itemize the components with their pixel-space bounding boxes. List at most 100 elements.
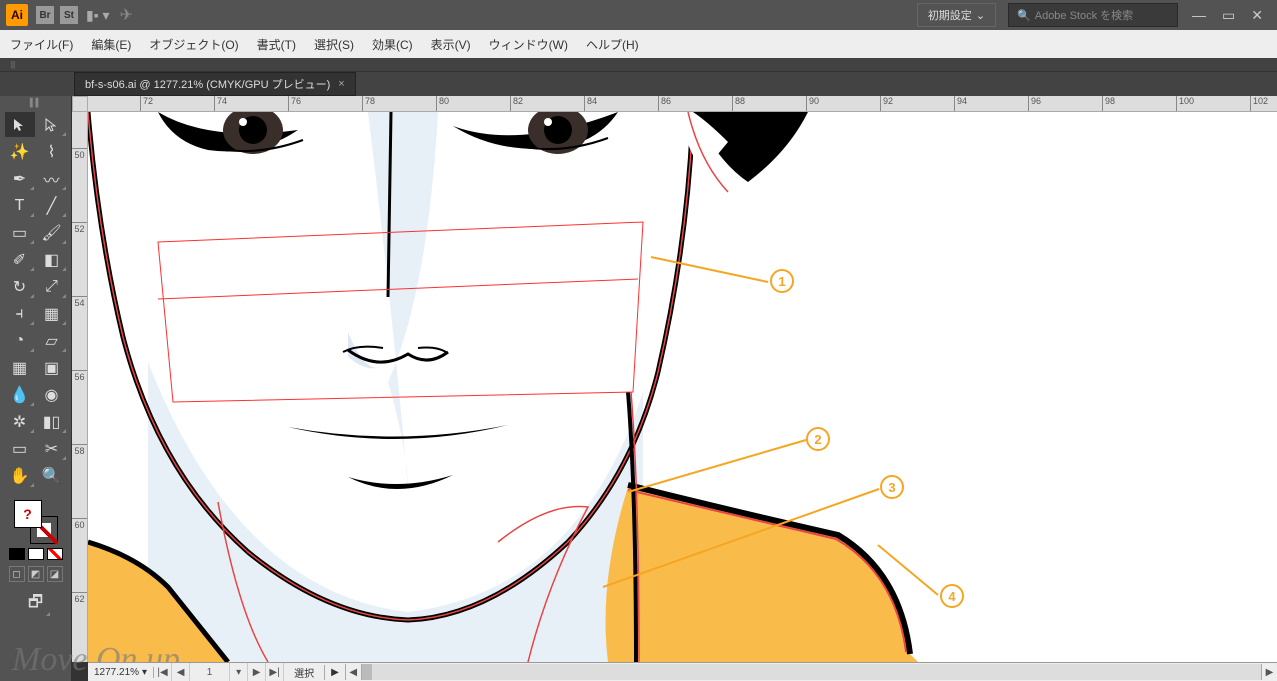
ruler-tick: 98 [1102, 96, 1115, 111]
document-tab[interactable]: bf-s-s06.ai @ 1277.21% (CMYK/GPU プレビュー) … [74, 72, 356, 96]
rotate-tool[interactable]: ↻ [5, 274, 35, 299]
bridge-button[interactable]: Br [36, 6, 54, 24]
ruler-tick: 76 [288, 96, 301, 111]
toolbox: ▌▌ ✨ ⌇ ✒ 〰 T ╱ ▭ 🖌 ✐ ◧ ↻ ⤢ ⫞ ▦ ◔ ▱ ▦ ▣ 💧… [0, 96, 72, 681]
artboard-tool[interactable]: ▭ [5, 436, 35, 461]
vertical-ruler[interactable]: 50525456586062 [72, 112, 88, 662]
ruler-tick: 88 [732, 96, 745, 111]
column-graph-tool[interactable]: ▮▯ [37, 409, 67, 434]
minimize-button[interactable]: — [1192, 7, 1206, 24]
menu-type[interactable]: 書式(T) [257, 36, 296, 53]
zoom-level-field[interactable]: 1277.21% ▾ [88, 667, 154, 678]
arrange-documents-icon[interactable]: ▮▪ ▾ [86, 7, 110, 24]
zoom-value: 1277.21% [94, 667, 139, 678]
chevron-down-icon: ▾ [142, 667, 147, 678]
shaper-tool[interactable]: ✐ [5, 247, 35, 272]
control-strip: || [0, 58, 1277, 72]
menu-file[interactable]: ファイル(F) [10, 36, 73, 53]
fill-swatch[interactable]: ? [14, 500, 42, 528]
pen-tool[interactable]: ✒ [5, 166, 35, 191]
artboard-dropdown-button[interactable]: ▾ [230, 663, 248, 681]
stock-search-input[interactable]: 🔍 Adobe Stock を検索 [1008, 3, 1178, 27]
blend-tool[interactable]: ◉ [37, 382, 67, 407]
type-tool[interactable]: T [5, 193, 35, 218]
screen-mode-tool[interactable]: 🗗 [21, 592, 51, 617]
width-tool[interactable]: ⫞ [5, 301, 35, 326]
chevron-down-icon: ⌄ [976, 9, 985, 22]
scroll-right-button[interactable]: ▶ [1261, 664, 1277, 680]
ruler-tick: 52 [72, 222, 87, 234]
scroll-left-button[interactable]: ◀ [345, 664, 361, 680]
hand-tool[interactable]: ✋ [5, 463, 35, 488]
direct-selection-tool[interactable] [37, 112, 67, 137]
horizontal-ruler[interactable]: 7274767880828486889092949698100102 [88, 96, 1277, 112]
color-swatch-black[interactable] [9, 548, 25, 560]
menu-help[interactable]: ヘルプ(H) [586, 36, 639, 53]
stock-button[interactable]: St [60, 6, 78, 24]
ruler-tick: 86 [658, 96, 671, 111]
prev-artboard-button[interactable]: ◀ [172, 663, 190, 681]
menu-edit[interactable]: 編集(E) [91, 36, 131, 53]
free-transform-tool[interactable]: ▦ [37, 301, 67, 326]
selection-tool[interactable] [5, 112, 35, 137]
ruler-tick: 54 [72, 296, 87, 308]
lasso-tool[interactable]: ⌇ [37, 139, 67, 164]
ruler-tick: 82 [510, 96, 523, 111]
ruler-tick: 56 [72, 370, 87, 382]
ruler-tick: 60 [72, 518, 87, 530]
tab-label: bf-s-s06.ai @ 1277.21% (CMYK/GPU プレビュー) [85, 76, 330, 92]
symbol-sprayer-tool[interactable]: ✲ [5, 409, 35, 434]
restore-button[interactable]: ▭ [1222, 7, 1235, 24]
draw-inside-icon[interactable]: ◪ [47, 566, 63, 582]
workspace-switcher[interactable]: 初期設定 ⌄ [917, 3, 996, 27]
menu-effect[interactable]: 効果(C) [372, 36, 413, 53]
gpu-rocket-icon[interactable]: ✈ [120, 5, 133, 25]
paintbrush-tool[interactable]: 🖌 [37, 220, 67, 245]
tab-close-icon[interactable]: × [338, 78, 344, 90]
curvature-tool[interactable]: 〰 [37, 166, 67, 191]
color-swatch-none[interactable] [47, 548, 63, 560]
fill-stroke-indicator[interactable]: ? [14, 500, 58, 544]
draw-normal-icon[interactable]: ◻ [9, 566, 25, 582]
mesh-tool[interactable]: ▦ [5, 355, 35, 380]
ruler-tick: 94 [954, 96, 967, 111]
titlebar: Ai Br St ▮▪ ▾ ✈ 初期設定 ⌄ 🔍 Adobe Stock を検索… [0, 0, 1277, 30]
menu-object[interactable]: オブジェクト(O) [149, 36, 238, 53]
line-tool[interactable]: ╱ [37, 193, 67, 218]
menu-select[interactable]: 選択(S) [314, 36, 354, 53]
eyedropper-tool[interactable]: 💧 [5, 382, 35, 407]
ruler-origin[interactable] [72, 96, 88, 112]
next-artboard-button[interactable]: ▶ [248, 663, 266, 681]
document-canvas[interactable]: 1 2 3 4 [88, 112, 1277, 662]
menu-bar: ファイル(F) 編集(E) オブジェクト(O) 書式(T) 選択(S) 効果(C… [0, 30, 1277, 58]
last-artboard-button[interactable]: ▶| [266, 663, 284, 681]
ruler-tick: 92 [880, 96, 893, 111]
perspective-grid-tool[interactable]: ▱ [37, 328, 67, 353]
artboard-number-field[interactable]: 1 [190, 663, 230, 681]
annotation-badge-1: 1 [770, 269, 794, 293]
menu-view[interactable]: 表示(V) [431, 36, 471, 53]
draw-behind-icon[interactable]: ◩ [28, 566, 44, 582]
ruler-tick: 96 [1028, 96, 1041, 111]
app-logo: Ai [6, 4, 28, 26]
color-swatch-white[interactable] [28, 548, 44, 560]
status-bar: 1277.21% ▾ |◀ ◀ 1 ▾ ▶ ▶| 選択 ▶ ◀ ▶ [88, 662, 1277, 681]
first-artboard-button[interactable]: |◀ [154, 663, 172, 681]
annotation-badge-2: 2 [806, 427, 830, 451]
horizontal-scrollbar[interactable] [361, 664, 1261, 680]
zoom-tool[interactable]: 🔍 [37, 463, 67, 488]
close-window-button[interactable]: ✕ [1251, 7, 1263, 24]
rectangle-tool[interactable]: ▭ [5, 220, 35, 245]
panel-grip-icon[interactable]: || [0, 58, 26, 71]
scrollbar-thumb[interactable] [362, 664, 372, 680]
search-placeholder: Adobe Stock を検索 [1035, 7, 1133, 23]
gradient-tool[interactable]: ▣ [37, 355, 67, 380]
status-menu-icon[interactable]: ▶ [325, 667, 345, 678]
shape-builder-tool[interactable]: ◔ [5, 328, 35, 353]
slice-tool[interactable]: ✂ [37, 436, 67, 461]
menu-window[interactable]: ウィンドウ(W) [489, 36, 568, 53]
scale-tool[interactable]: ⤢ [37, 274, 67, 299]
magic-wand-tool[interactable]: ✨ [5, 139, 35, 164]
toolbox-grip-icon[interactable]: ▌▌ [0, 98, 71, 108]
eraser-tool[interactable]: ◧ [37, 247, 67, 272]
